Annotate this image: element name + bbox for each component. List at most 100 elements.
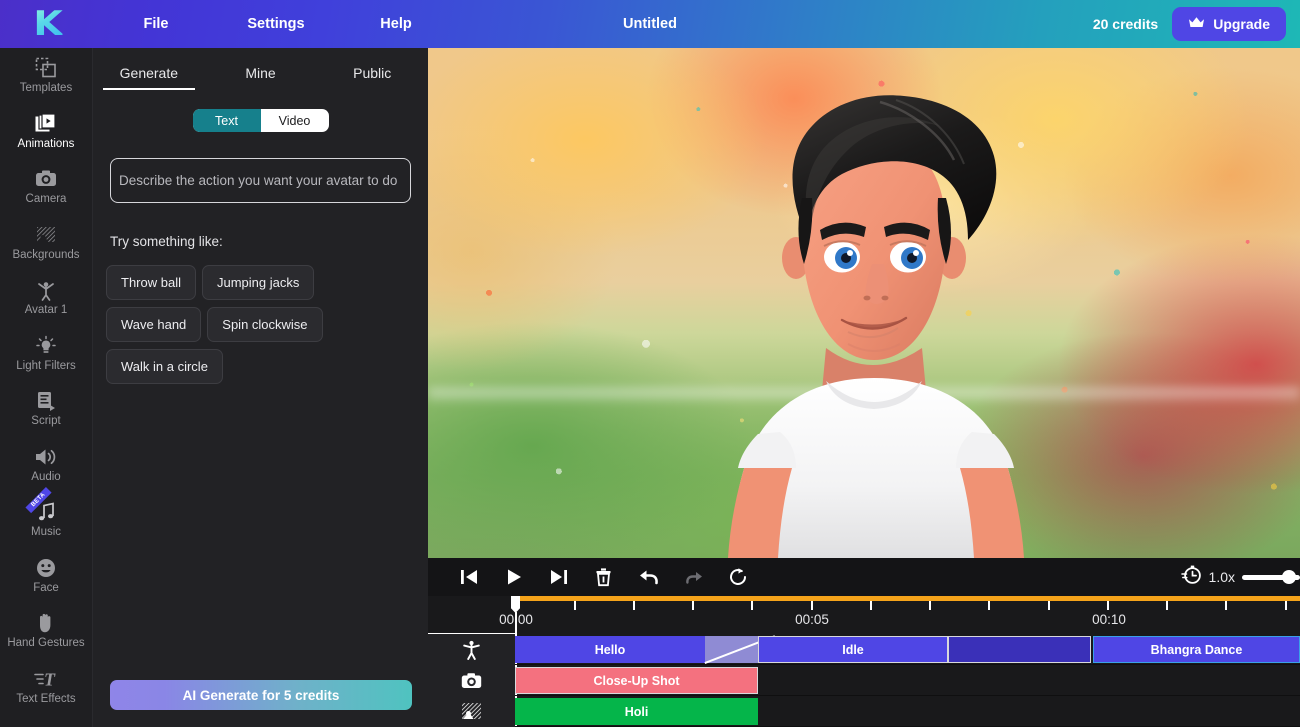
avatar-icon xyxy=(36,279,56,302)
suggestion-chip-jumping-jacks[interactable]: Jumping jacks xyxy=(201,265,315,300)
mode-option-video[interactable]: Video xyxy=(261,109,329,132)
redo-button[interactable] xyxy=(671,558,716,596)
tab-public[interactable]: Public xyxy=(316,65,428,90)
upgrade-button[interactable]: Upgrade xyxy=(1172,7,1286,41)
script-icon xyxy=(36,390,56,412)
loop-icon xyxy=(730,568,746,585)
loop-button[interactable] xyxy=(716,558,761,596)
sidebar-item-backgrounds[interactable]: Backgrounds xyxy=(0,215,92,271)
sidebar-item-camera[interactable]: Camera xyxy=(0,159,92,215)
sidebar-label-script: Script xyxy=(31,415,61,428)
top-bar-right: 20 credits Upgrade xyxy=(1093,0,1286,48)
sidebar-item-face[interactable]: Face xyxy=(0,548,92,604)
suggestion-chip-wave-hand[interactable]: Wave hand xyxy=(106,307,202,342)
sidebar-label-templates: Templates xyxy=(19,82,73,95)
sidebar-label-camera: Camera xyxy=(25,193,67,206)
hand-gestures-icon xyxy=(36,612,56,634)
credits-label: 20 credits xyxy=(1092,16,1159,32)
clip-hello[interactable]: Hello xyxy=(515,636,705,663)
avatar-track-icon[interactable] xyxy=(428,634,515,665)
skip-to-end-button[interactable] xyxy=(536,558,581,596)
speed-icon[interactable] xyxy=(1180,564,1202,590)
prompt-input[interactable]: Describe the action you want your avatar… xyxy=(110,158,411,203)
suggestion-chip-walk-in-a-circle[interactable]: Walk in a circle xyxy=(106,349,223,384)
svg-text:T: T xyxy=(44,669,56,689)
clip-idle-extension[interactable] xyxy=(948,636,1091,663)
sidebar-item-audio[interactable]: Audio xyxy=(0,437,92,493)
suggestion-chips: Throw ball Jumping jacks Wave hand Spin … xyxy=(106,265,406,384)
sidebar-item-light-filters[interactable]: Light Filters xyxy=(0,326,92,382)
playhead-handle[interactable] xyxy=(511,596,520,613)
sidebar-label-animations: Animations xyxy=(17,137,75,150)
main-menu: File Settings Help xyxy=(96,10,456,38)
camera-track-icon[interactable] xyxy=(428,665,515,696)
speed-value: 1.0x xyxy=(1208,569,1235,585)
sidebar-label-face: Face xyxy=(33,581,59,594)
app-logo[interactable]: K xyxy=(0,0,96,48)
clip-bhangra-dance[interactable]: Bhangra Dance xyxy=(1093,636,1300,663)
sidebar-label-music: Music xyxy=(30,526,62,539)
timeline-ruler[interactable]: 00:00 00:05 00:10 xyxy=(428,596,1300,634)
clip-idle[interactable]: Idle xyxy=(758,636,948,663)
volume-slider[interactable] xyxy=(1242,569,1300,585)
prompt-placeholder: Describe the action you want your avatar… xyxy=(119,173,398,188)
delete-button[interactable] xyxy=(581,558,626,596)
playback-buttons xyxy=(428,558,761,596)
track-row-background[interactable]: Holi xyxy=(428,696,1300,727)
tab-generate[interactable]: Generate xyxy=(93,65,205,90)
timeline-tracks: Hello Idle Bhangra Dance Close-Up Shot H… xyxy=(428,634,1300,727)
ai-generate-button[interactable]: AI Generate for 5 credits xyxy=(110,680,412,710)
panel-tabs: Generate Mine Public xyxy=(93,48,428,90)
backgrounds-icon xyxy=(35,224,57,246)
sidebar-item-templates[interactable]: Templates xyxy=(0,48,92,104)
sidebar-item-script[interactable]: Script xyxy=(0,381,92,437)
left-sidebar: Templates Animations Camera Backgrounds … xyxy=(0,48,93,727)
camera-icon xyxy=(35,168,57,190)
sidebar-item-animations[interactable]: Animations xyxy=(0,104,92,160)
mode-option-text[interactable]: Text xyxy=(192,109,261,132)
sidebar-item-music[interactable]: BETA Music xyxy=(0,486,92,548)
clip-crossfade[interactable] xyxy=(705,636,758,663)
animations-panel: Generate Mine Public Text Video Describe… xyxy=(93,48,428,727)
sidebar-label-audio: Audio xyxy=(31,470,61,483)
logo-k-glyph: K xyxy=(33,4,63,44)
timeline: 00:00 00:05 00:10 Hello Idle xyxy=(428,596,1300,727)
menu-item-file[interactable]: File xyxy=(96,10,216,38)
track-row-avatar[interactable]: Hello Idle Bhangra Dance xyxy=(428,634,1300,665)
background-track-icon[interactable] xyxy=(428,696,515,727)
time-label-10: 00:10 xyxy=(1092,612,1126,627)
tab-mine[interactable]: Mine xyxy=(205,65,317,90)
play-button[interactable] xyxy=(491,558,536,596)
light-filters-icon xyxy=(35,335,57,357)
play-icon xyxy=(507,569,521,585)
text-effects-icon: T xyxy=(34,668,58,690)
templates-icon xyxy=(35,57,57,79)
mode-toggle-wrapper: Text Video xyxy=(93,109,428,132)
ruler-ticks xyxy=(428,601,1300,611)
animations-icon xyxy=(35,113,57,135)
track-row-camera[interactable]: Close-Up Shot xyxy=(428,665,1300,696)
volume-knob[interactable] xyxy=(1282,570,1296,584)
suggestion-chip-throw-ball[interactable]: Throw ball xyxy=(106,265,196,300)
clip-close-up-shot[interactable]: Close-Up Shot xyxy=(515,667,758,694)
sidebar-item-text-effects[interactable]: T Text Effects xyxy=(0,659,92,715)
clip-holi[interactable]: Holi xyxy=(515,698,758,725)
skip-to-start-icon xyxy=(460,570,477,584)
suggestions-label: Try something like: xyxy=(110,234,223,249)
skip-to-end-icon xyxy=(550,570,567,584)
audio-icon xyxy=(34,446,58,468)
menu-item-help[interactable]: Help xyxy=(336,10,456,38)
undo-button[interactable] xyxy=(626,558,671,596)
upgrade-label: Upgrade xyxy=(1213,16,1270,32)
skip-to-start-button[interactable] xyxy=(446,558,491,596)
preview-canvas[interactable] xyxy=(428,48,1300,558)
app-root: K File Settings Help Untitled 20 credits… xyxy=(0,0,1300,727)
avatar-render xyxy=(728,95,1024,558)
sidebar-label-text-effects: Text Effects xyxy=(16,692,76,705)
top-bar: K File Settings Help Untitled 20 credits… xyxy=(0,0,1300,48)
suggestion-chip-spin-clockwise[interactable]: Spin clockwise xyxy=(207,307,323,342)
sidebar-item-hand-gestures[interactable]: Hand Gestures xyxy=(0,603,92,659)
sidebar-label-backgrounds: Backgrounds xyxy=(12,248,80,261)
menu-item-settings[interactable]: Settings xyxy=(216,10,336,38)
sidebar-item-avatar-1[interactable]: Avatar 1 xyxy=(0,270,92,326)
